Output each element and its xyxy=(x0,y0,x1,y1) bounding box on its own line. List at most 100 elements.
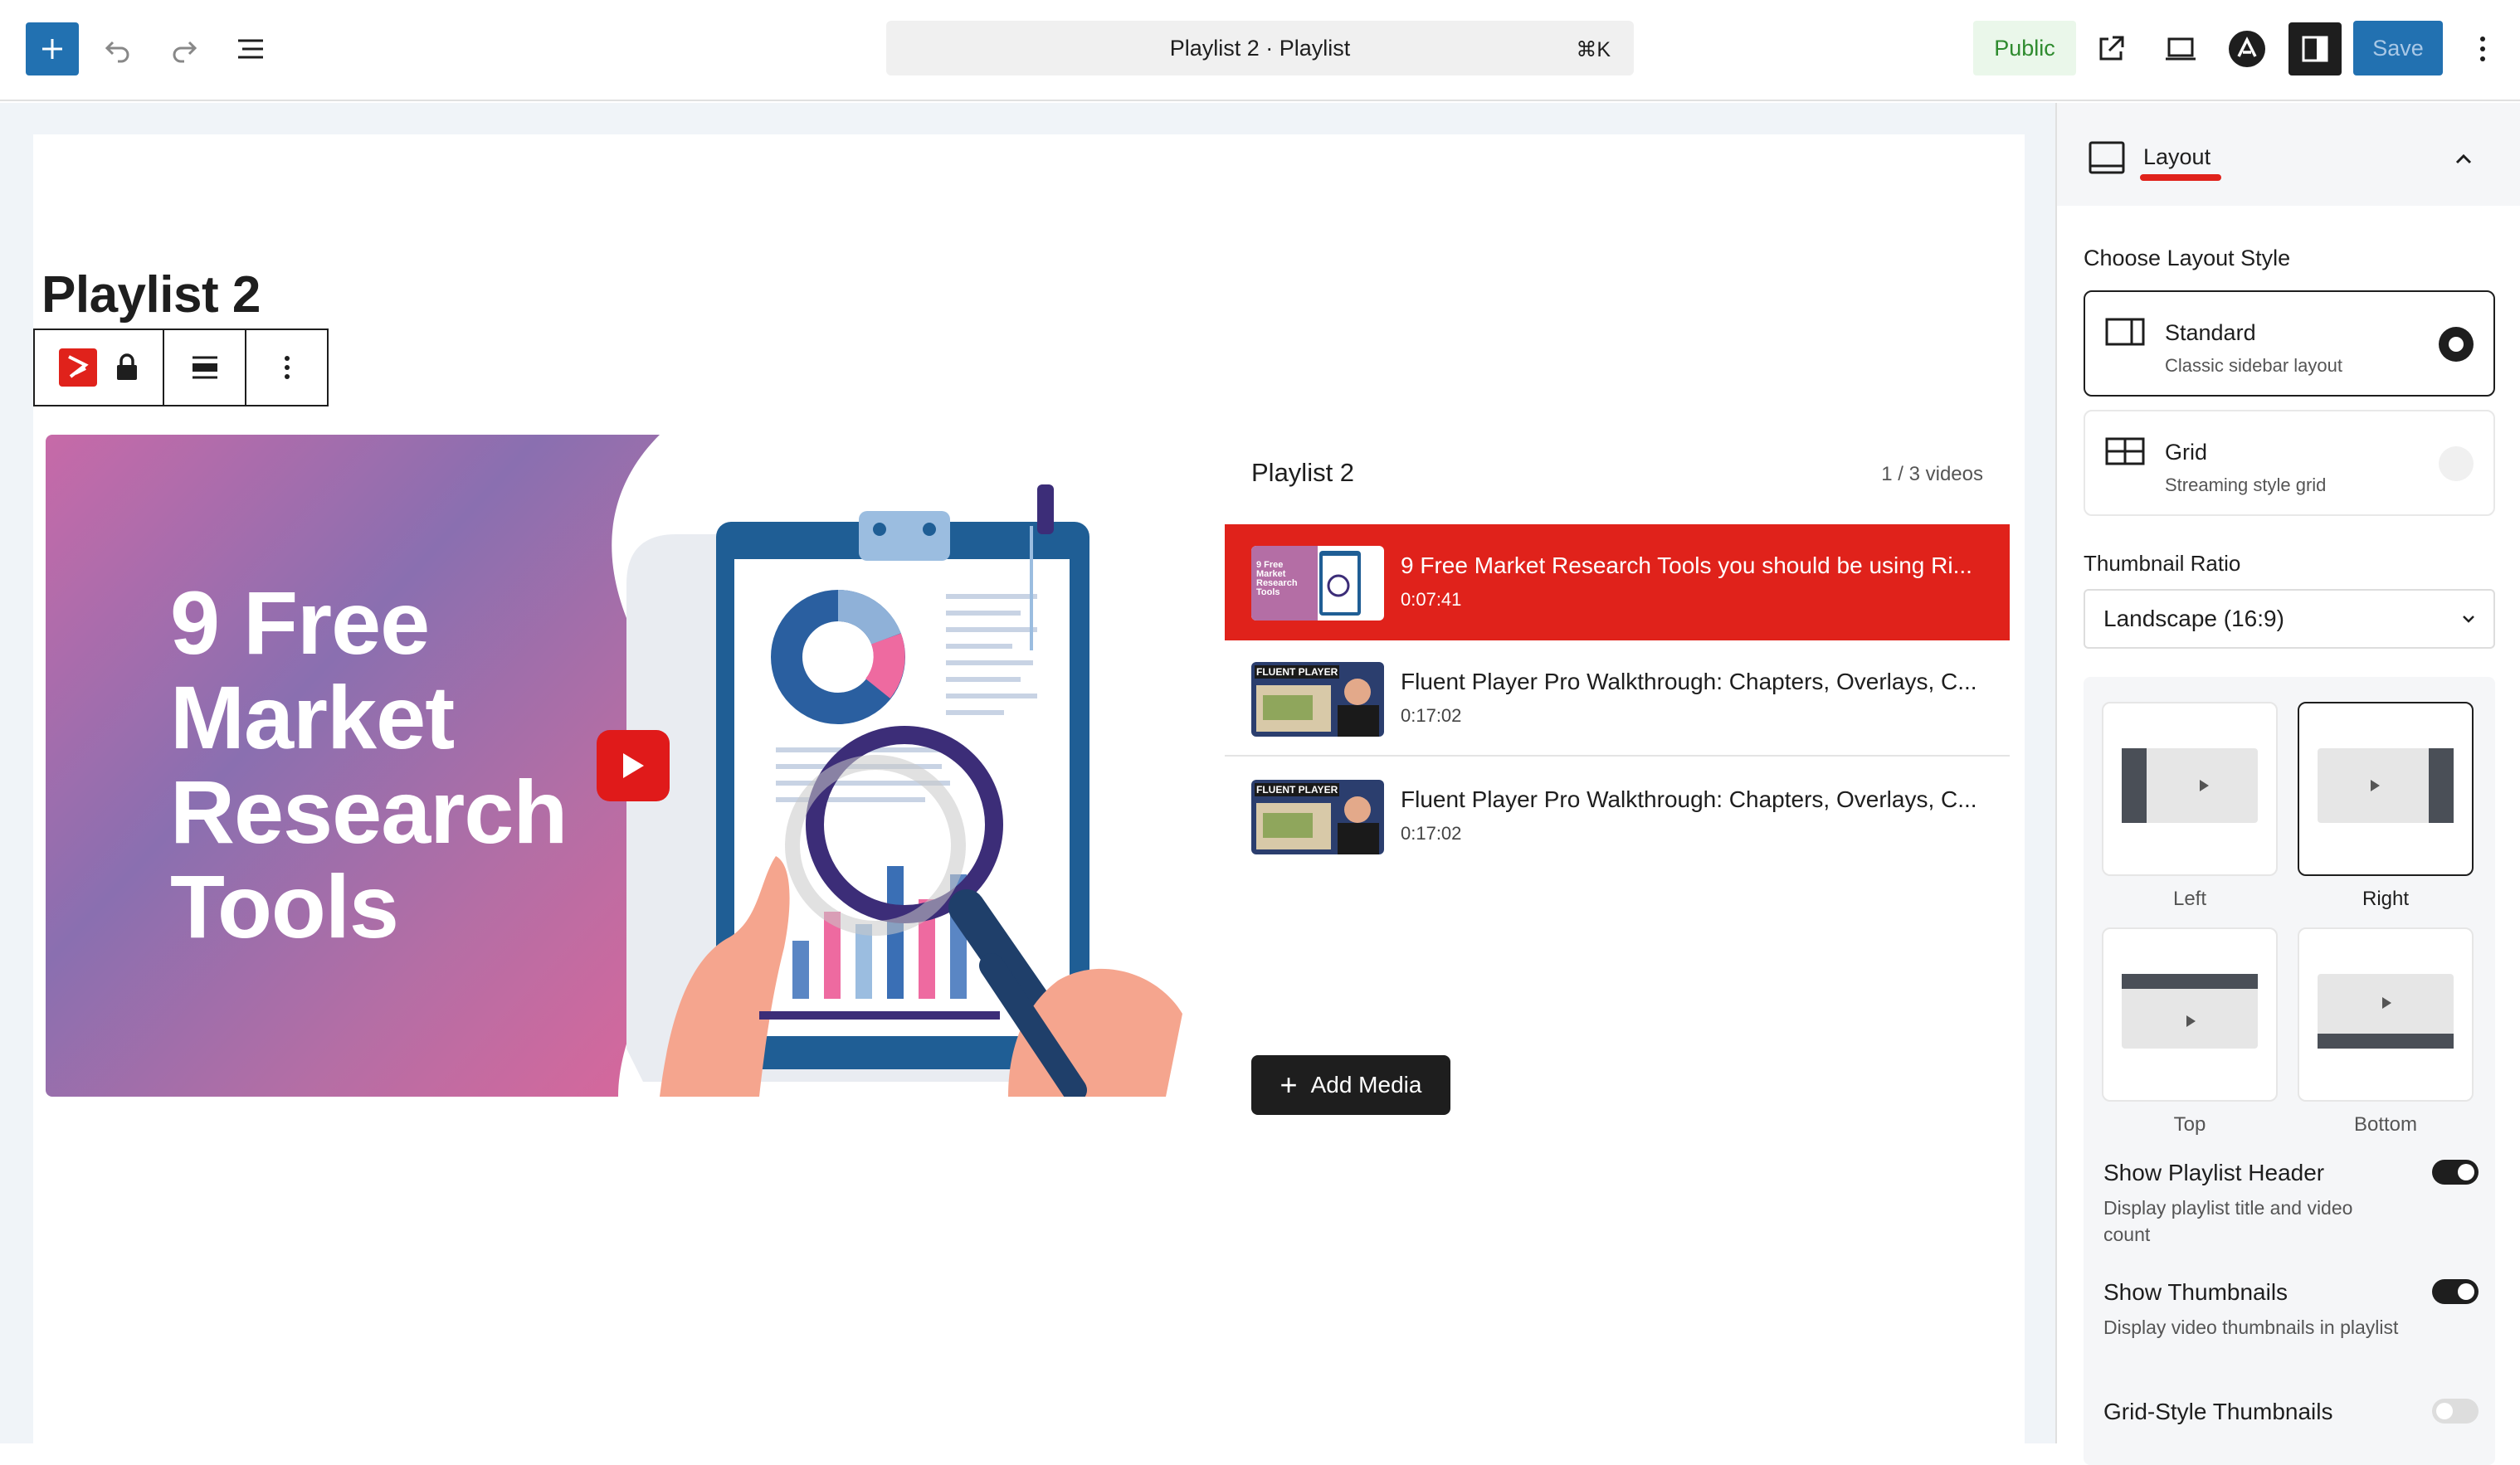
page-title[interactable]: Playlist 2 xyxy=(41,265,261,324)
playlist-position-panel: Left Right Top Bottom Show Playlist Head… xyxy=(2084,677,2495,1465)
position-right-preview-icon xyxy=(2318,748,2454,823)
sidebar-panel-header[interactable]: Layout xyxy=(2057,103,2520,206)
document-overview-button[interactable] xyxy=(231,29,271,69)
thumbnail-caption: 9 Free Market Research Tools xyxy=(1256,560,1298,597)
radio-unselected[interactable] xyxy=(2439,446,2474,481)
play-button[interactable] xyxy=(597,730,670,801)
astra-logo-icon xyxy=(2229,31,2265,67)
undo-button[interactable] xyxy=(98,29,138,69)
add-media-button[interactable]: + Add Media xyxy=(1251,1055,1450,1115)
external-link-icon xyxy=(2099,36,2124,61)
thumbnail-ratio-select[interactable]: Landscape (16:9) xyxy=(2084,589,2495,649)
playlist-thumbnail: 9 Free Market Research Tools xyxy=(1251,546,1384,621)
view-post-button[interactable] xyxy=(2091,29,2131,69)
more-vertical-icon xyxy=(2480,37,2485,61)
document-title: Playlist 2 · Playlist xyxy=(1169,35,1351,61)
layout-option-subtitle: Classic sidebar layout xyxy=(2165,355,2342,376)
redo-icon xyxy=(173,41,197,63)
plus-icon xyxy=(42,39,62,59)
playlist-item-title: Fluent Player Pro Walkthrough: Chapters,… xyxy=(1401,669,1977,694)
align-icon[interactable] xyxy=(191,355,219,380)
editor-page: Playlist 2 9 Free Market Research Tools … xyxy=(33,134,2025,1443)
position-top-preview-icon xyxy=(2122,974,2258,1049)
position-label: Right xyxy=(2362,888,2410,910)
position-label: Left xyxy=(2172,888,2207,910)
add-block-button[interactable] xyxy=(26,22,79,75)
playlist-item[interactable]: FLUENT PLAYER Fluent Player Pro Walkthro… xyxy=(1225,640,2010,757)
keyboard-shortcut: ⌘K xyxy=(1576,38,1611,61)
align-section xyxy=(164,330,247,405)
astra-settings-button[interactable] xyxy=(2227,29,2267,69)
options-menu-button[interactable] xyxy=(2463,29,2503,69)
add-media-label: Add Media xyxy=(1310,1072,1422,1098)
fluent-player-block-icon[interactable] xyxy=(59,348,98,387)
layout-icon xyxy=(2089,141,2125,174)
video-player[interactable]: 9 Free Market Research Tools xyxy=(46,435,1182,1097)
block-toolbar xyxy=(33,329,329,406)
playlist-item-duration: 0:17:02 xyxy=(1401,823,1462,844)
toggle-title: Show Playlist Header xyxy=(2103,1160,2325,1185)
editor-top-bar: Playlist 2 · Playlist ⌘K Public Save xyxy=(0,0,2520,101)
settings-sidebar-toggle[interactable] xyxy=(2288,22,2342,75)
sidebar-layout-icon xyxy=(2105,318,2145,346)
visibility-public-button[interactable]: Public xyxy=(1973,21,2076,75)
thumbnail-caption: FLUENT PLAYER xyxy=(1255,665,1340,679)
show-thumbnails-toggle[interactable] xyxy=(2432,1279,2479,1304)
position-left[interactable] xyxy=(2102,702,2278,876)
command-palette-bar[interactable]: Playlist 2 · Playlist ⌘K xyxy=(886,21,1634,75)
redo-button[interactable] xyxy=(164,29,204,69)
block-options-section xyxy=(246,330,327,405)
undo-icon xyxy=(105,41,129,63)
choose-layout-label: Choose Layout Style xyxy=(2084,246,2291,270)
chevron-up-icon[interactable] xyxy=(2447,143,2480,176)
playlist-item-title: Fluent Player Pro Walkthrough: Chapters,… xyxy=(1401,786,1977,812)
sidebar-icon xyxy=(2302,36,2328,62)
playlist-item-duration: 0:17:02 xyxy=(1401,705,1462,726)
thumbnail-caption: FLUENT PLAYER xyxy=(1255,783,1340,796)
active-tab-indicator xyxy=(2140,174,2221,181)
playlist-thumbnail: FLUENT PLAYER xyxy=(1251,780,1384,854)
playlist-item[interactable]: FLUENT PLAYER Fluent Player Pro Walkthro… xyxy=(1225,758,2010,874)
plus-icon: + xyxy=(1279,1068,1298,1102)
divider xyxy=(1225,755,2010,757)
layout-option-standard[interactable]: Standard Classic sidebar layout xyxy=(2084,290,2495,397)
layout-option-subtitle: Streaming style grid xyxy=(2165,475,2327,495)
play-icon xyxy=(623,753,644,778)
editor-canvas: Playlist 2 9 Free Market Research Tools … xyxy=(0,103,2055,1443)
thumbnail-ratio-label: Thumbnail Ratio xyxy=(2084,551,2241,576)
settings-sidebar: Layout Choose Layout Style Standard Clas… xyxy=(2055,103,2520,1465)
device-preview-button[interactable] xyxy=(2161,29,2201,69)
grid-style-thumbnails-toggle[interactable] xyxy=(2432,1399,2479,1424)
playlist-item[interactable]: 9 Free Market Research Tools 9 Free Mark… xyxy=(1225,524,2010,640)
toggle-description: Display video thumbnails in playlist xyxy=(2103,1317,2399,1338)
toggle-description: Display playlist title and video count xyxy=(2103,1197,2353,1245)
tab-layout[interactable]: Layout xyxy=(2143,144,2210,170)
layout-option-title: Grid xyxy=(2165,440,2208,465)
playlist-item-duration: 0:07:41 xyxy=(1401,589,1462,610)
position-top[interactable] xyxy=(2102,927,2278,1102)
laptop-icon xyxy=(2166,37,2196,61)
block-type-section xyxy=(35,330,165,405)
position-label: Top xyxy=(2173,1113,2206,1136)
thumbnail-headline: 9 Free Market Research Tools xyxy=(170,572,568,956)
radio-selected[interactable] xyxy=(2439,327,2474,362)
lock-icon[interactable] xyxy=(115,353,139,382)
position-label: Bottom xyxy=(2353,1113,2418,1136)
position-bottom-preview-icon xyxy=(2318,974,2454,1049)
chevron-down-icon xyxy=(2463,616,2474,623)
playlist-thumbnail: FLUENT PLAYER xyxy=(1251,662,1384,737)
playlist-header-title: Playlist 2 xyxy=(1251,458,1355,487)
grid-icon xyxy=(2105,437,2145,465)
position-right[interactable] xyxy=(2298,702,2474,876)
playlist-item-title: 9 Free Market Research Tools you should … xyxy=(1401,552,1972,578)
layout-option-grid[interactable]: Grid Streaming style grid xyxy=(2084,410,2495,516)
toggle-title: Show Thumbnails xyxy=(2103,1279,2288,1305)
playlist-video-count: 1 / 3 videos xyxy=(1881,463,1983,485)
save-button[interactable]: Save xyxy=(2353,21,2443,75)
layout-option-title: Standard xyxy=(2165,320,2256,345)
position-left-preview-icon xyxy=(2122,748,2258,823)
more-vertical-icon[interactable] xyxy=(283,354,291,381)
show-playlist-header-toggle[interactable] xyxy=(2432,1160,2479,1185)
position-bottom[interactable] xyxy=(2298,927,2474,1102)
toggle-title: Grid-Style Thumbnails xyxy=(2103,1399,2333,1424)
